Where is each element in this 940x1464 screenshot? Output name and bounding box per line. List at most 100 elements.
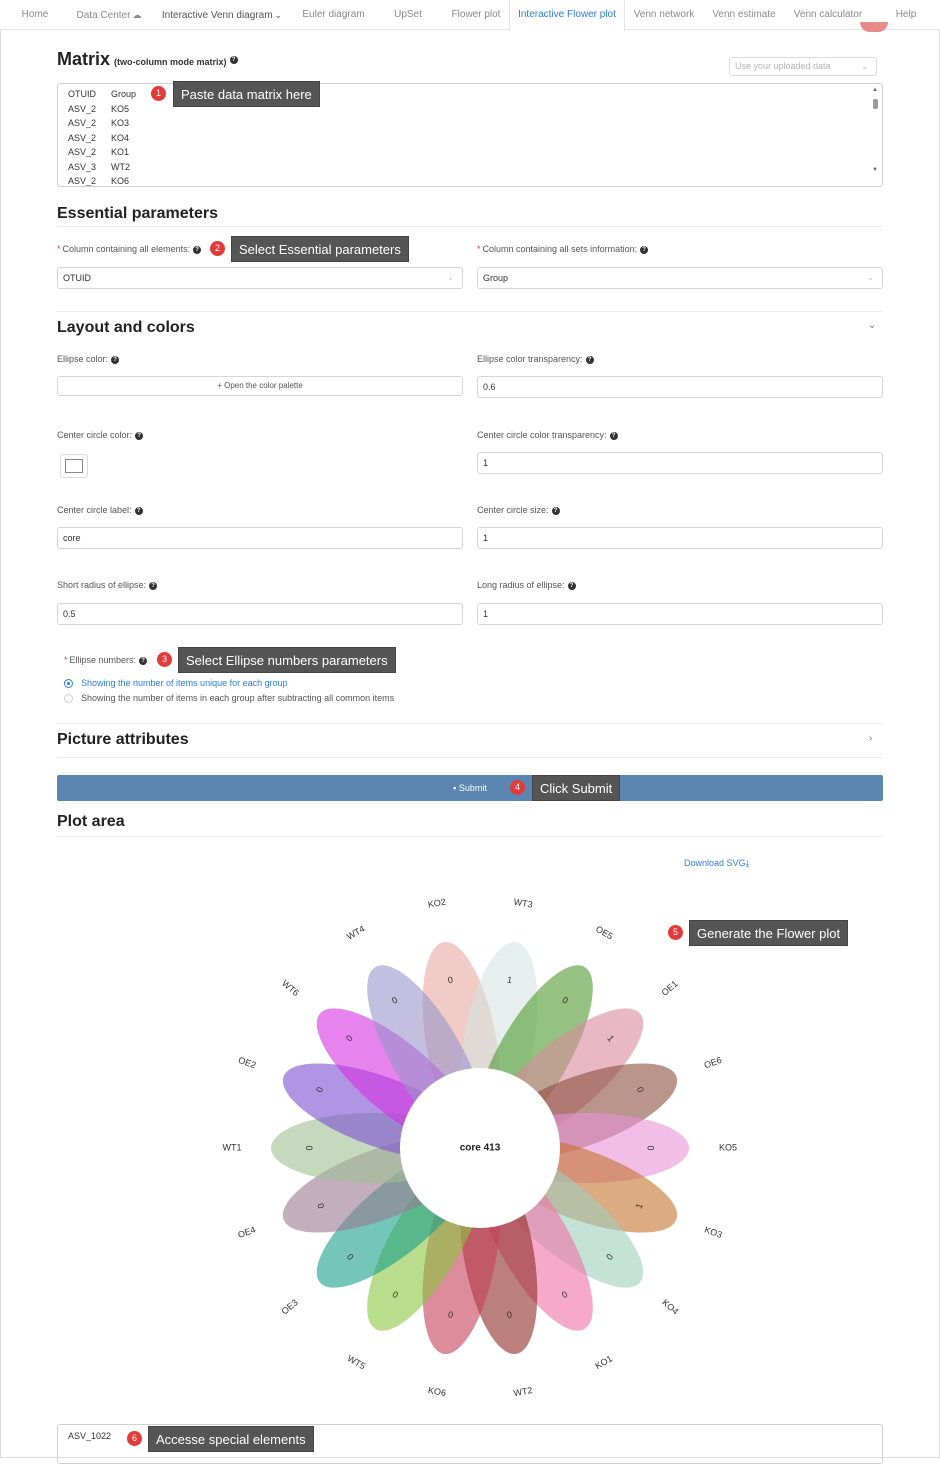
nav-venn-estimate[interactable]: Venn estimate bbox=[710, 0, 778, 30]
help-icon[interactable]: ? bbox=[149, 581, 158, 590]
help-icon[interactable]: ? bbox=[567, 581, 576, 590]
ellipse-color-label: Ellipse color:? bbox=[57, 354, 120, 364]
nav-euler-label: Euler diagram bbox=[302, 9, 365, 20]
elements-label-text: Column containing all elements: bbox=[62, 244, 191, 254]
petal-label-oe6: OE6 bbox=[703, 1055, 723, 1071]
center-transparency-input[interactable]: 1 bbox=[477, 452, 883, 474]
scroll-up-icon[interactable]: ▲ bbox=[872, 87, 878, 93]
nav-flower-plot[interactable]: Flower plot bbox=[446, 0, 506, 30]
submit-button[interactable]: ▪ Submit bbox=[57, 775, 883, 801]
chevron-down-icon: ⌄ bbox=[274, 10, 283, 20]
matrix-row: ASV_2 KO3 bbox=[68, 118, 129, 128]
nav-upset[interactable]: UpSet bbox=[384, 0, 432, 30]
petal-label-ko6: KO6 bbox=[427, 1385, 446, 1398]
help-icon[interactable]: ? bbox=[193, 245, 202, 254]
petal-count-wt1: 0 bbox=[304, 1145, 314, 1150]
nav-euler[interactable]: Euler diagram bbox=[296, 0, 371, 30]
petal-label-ko2: KO2 bbox=[427, 897, 446, 910]
step-badge: 1 bbox=[151, 86, 166, 101]
nav-data-center[interactable]: Data Center ☁ bbox=[70, 0, 148, 30]
radio-subtract[interactable] bbox=[64, 694, 73, 703]
center-transparency-label-text: Center circle color transparency: bbox=[477, 430, 607, 440]
long-radius-input[interactable]: 1 bbox=[477, 603, 883, 625]
petal-label-ko5: KO5 bbox=[719, 1142, 737, 1152]
data-source-placeholder: Use your uploaded data bbox=[735, 61, 831, 71]
matrix-cell: KO1 bbox=[111, 147, 130, 157]
petal-count-ko5: 0 bbox=[646, 1145, 656, 1150]
matrix-cell: ASV_2 bbox=[68, 133, 97, 143]
short-radius-input[interactable]: 0.5 bbox=[57, 603, 463, 625]
center-label-input[interactable]: core bbox=[57, 527, 463, 549]
nav-interactive-venn[interactable]: Interactive Venn diagram ⌄ bbox=[158, 0, 286, 30]
data-source-select[interactable]: Use your uploaded data ⌄ bbox=[729, 57, 877, 76]
chevron-right-icon[interactable]: › bbox=[869, 733, 872, 744]
download-icon: ⤓ bbox=[745, 858, 750, 868]
radio-subtract-label[interactable]: Showing the number of items in each grou… bbox=[81, 693, 394, 703]
short-radius-label: Short radius of ellipse:? bbox=[57, 580, 158, 590]
step-badge: 2 bbox=[210, 241, 225, 256]
nav-interactive-flower[interactable]: Interactive Flower plot bbox=[509, 0, 625, 31]
textarea-scrollbar[interactable]: ▲ ▼ bbox=[871, 85, 881, 185]
matrix-row: ASV_2 KO5 bbox=[68, 104, 129, 114]
help-icon[interactable]: ? bbox=[640, 245, 649, 254]
divider bbox=[57, 226, 883, 227]
help-icon[interactable]: ? bbox=[609, 431, 618, 440]
help-icon[interactable]: ? bbox=[111, 355, 120, 364]
nav-venn-network-label: Venn network bbox=[633, 9, 695, 20]
matrix-row: OTUID Group bbox=[68, 89, 136, 99]
picture-attributes-title[interactable]: Picture attributes bbox=[57, 731, 189, 749]
nav-venn-calculator[interactable]: Venn calculator bbox=[792, 0, 864, 30]
nav-venn-network[interactable]: Venn network bbox=[630, 0, 698, 30]
petal-label-oe3: OE3 bbox=[280, 1297, 300, 1316]
scroll-down-icon[interactable]: ▼ bbox=[872, 167, 878, 173]
sets-select[interactable]: Group ⌄ bbox=[477, 267, 883, 289]
nav-help[interactable]: Help bbox=[886, 0, 926, 30]
scroll-thumb[interactable] bbox=[873, 99, 878, 109]
center-color-label: Center circle color:? bbox=[57, 430, 144, 440]
center-color-swatch[interactable] bbox=[60, 454, 88, 478]
help-icon[interactable]: ? bbox=[134, 506, 143, 515]
top-nav: Home Data Center ☁ Interactive Venn diagr… bbox=[0, 0, 940, 32]
nav-help-label: Help bbox=[895, 9, 917, 20]
help-icon[interactable]: ? bbox=[585, 355, 594, 364]
chevron-down-icon[interactable]: ⌄ bbox=[868, 320, 876, 331]
sets-label-text: Column containing all sets information: bbox=[482, 244, 638, 254]
center-color-label-text: Center circle color: bbox=[57, 430, 133, 440]
radio-unique[interactable] bbox=[64, 679, 73, 688]
ellipse-transparency-label-text: Ellipse color transparency: bbox=[477, 354, 583, 364]
help-icon[interactable]: ? bbox=[229, 56, 238, 65]
matrix-cell: ASV_2 bbox=[68, 118, 97, 128]
plot-area-title: Plot area bbox=[57, 813, 125, 830]
help-icon[interactable]: ? bbox=[139, 656, 148, 665]
nav-venn-calculator-label: Venn calculator bbox=[793, 9, 863, 20]
center-size-label-text: Center circle size: bbox=[477, 505, 549, 515]
matrix-subtitle: (two-column mode matrix) bbox=[114, 57, 227, 67]
help-icon[interactable]: ? bbox=[135, 431, 144, 440]
nav-home[interactable]: Home bbox=[14, 0, 56, 30]
elements-select-value: OTUID bbox=[63, 273, 91, 283]
petal-label-oe1: OE1 bbox=[659, 978, 679, 997]
center-transparency-label: Center circle color transparency:? bbox=[477, 430, 618, 440]
radio-unique-label[interactable]: Showing the number of items unique for e… bbox=[81, 678, 288, 688]
center-color-preview bbox=[65, 459, 83, 473]
center-size-input[interactable]: 1 bbox=[477, 527, 883, 549]
petal-label-ko4: KO4 bbox=[660, 1297, 680, 1316]
petal-label-wt4: WT4 bbox=[345, 924, 366, 942]
required-mark: * bbox=[64, 655, 68, 665]
elements-select[interactable]: OTUID ⌄ bbox=[57, 267, 463, 289]
matrix-cell: KO3 bbox=[111, 118, 130, 128]
callout-flower-plot: Generate the Flower plot bbox=[689, 920, 849, 946]
petal-label-ko3: KO3 bbox=[703, 1224, 723, 1240]
center-label-label: Center circle label:? bbox=[57, 505, 143, 515]
download-svg-link[interactable]: Download SVG⤓ bbox=[684, 858, 750, 869]
center-size-label: Center circle size:? bbox=[477, 505, 560, 515]
petal-label-wt1: WT1 bbox=[223, 1142, 242, 1152]
center-label-label-text: Center circle label: bbox=[57, 505, 132, 515]
help-icon[interactable]: ? bbox=[551, 506, 560, 515]
ellipse-transparency-input[interactable]: 0.6 bbox=[477, 376, 883, 398]
open-color-palette-button[interactable]: + Open the color palette bbox=[57, 376, 463, 396]
matrix-cell: ASV_3 bbox=[68, 162, 97, 172]
ellipse-color-label-text: Ellipse color: bbox=[57, 354, 109, 364]
divider bbox=[57, 836, 883, 837]
callout-special-elements: Accesse special elements bbox=[148, 1426, 314, 1452]
